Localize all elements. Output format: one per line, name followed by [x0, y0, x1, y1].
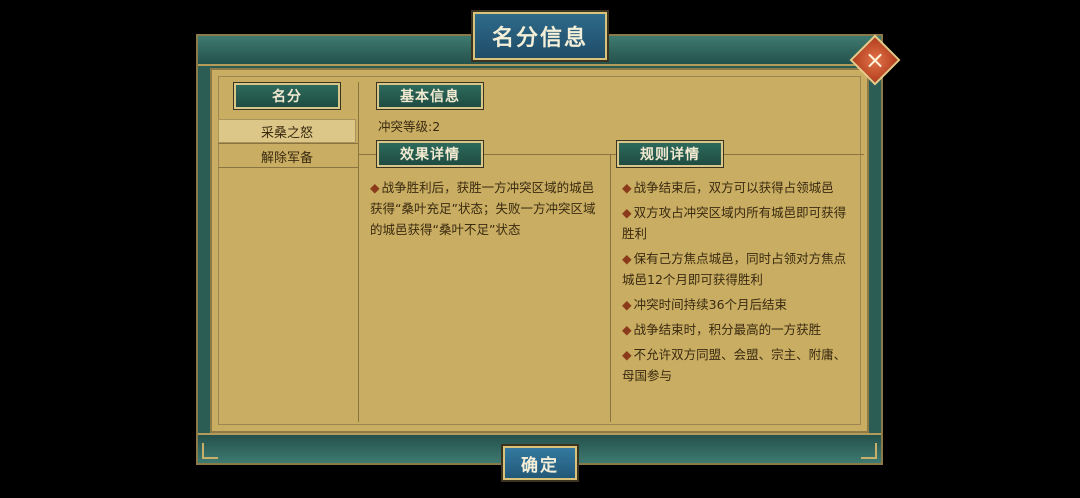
close-icon: × — [864, 45, 886, 74]
sidebar-item-disarm[interactable]: 解除军备 — [218, 144, 356, 168]
sidebar-header: 名分 — [234, 83, 340, 109]
diamond-bullet-icon: ◆ — [622, 180, 632, 195]
corner-ornament — [861, 443, 877, 459]
rules-paragraph: ◆ 冲突时间持续36个月后结束 — [622, 297, 788, 312]
rules-paragraph: ◆ 战争结束时，积分最高的一方获胜 — [622, 322, 822, 337]
rules-paragraph: ◆ 战争结束后，双方可以获得占领城邑 — [622, 180, 834, 195]
rules-paragraph: ◆ 保有己方焦点城邑，同时占领对方焦点城邑12个月即可获得胜利 — [622, 251, 847, 287]
sidebar-item-caisang[interactable]: 采桑之怒 — [218, 119, 356, 143]
column-divider — [610, 155, 611, 422]
column-divider — [358, 82, 359, 422]
rules-header: 规则详情 — [617, 141, 723, 167]
rules-paragraph: ◆ 双方攻占冲突区域内所有城邑即可获得胜利 — [622, 205, 847, 241]
diamond-bullet-icon: ◆ — [622, 347, 632, 362]
basic-info-header: 基本信息 — [377, 83, 483, 109]
effects-paragraph: ◆ 战争胜利后，获胜一方冲突区域的城邑获得“桑叶充足”状态；失败一方冲突区域的城邑… — [370, 180, 596, 237]
diamond-bullet-icon: ◆ — [622, 322, 632, 337]
sidebar-item-label: 解除军备 — [260, 150, 313, 166]
diamond-bullet-icon: ◆ — [622, 297, 632, 312]
diamond-bullet-icon: ◆ — [622, 205, 632, 220]
corner-ornament — [202, 443, 218, 459]
diamond-bullet-icon: ◆ — [622, 251, 632, 266]
effects-text: ◆ 战争胜利后，获胜一方冲突区域的城邑获得“桑叶充足”状态；失败一方冲突区域的城邑… — [370, 177, 602, 244]
sidebar-item-label: 采桑之怒 — [260, 125, 313, 141]
confirm-button[interactable]: 确定 — [503, 446, 577, 480]
rules-paragraph: ◆ 不允许双方同盟、会盟、宗主、附庸、母国参与 — [622, 347, 847, 383]
conflict-level: 冲突等级:2 — [378, 119, 441, 134]
effects-header: 效果详情 — [377, 141, 483, 167]
diamond-bullet-icon: ◆ — [370, 180, 380, 195]
dialog-title: 名分信息 — [473, 12, 607, 60]
rules-text: ◆ 战争结束后，双方可以获得占领城邑 ◆ 双方攻占冲突区域内所有城邑即可获得胜利 ◆… — [622, 177, 858, 390]
